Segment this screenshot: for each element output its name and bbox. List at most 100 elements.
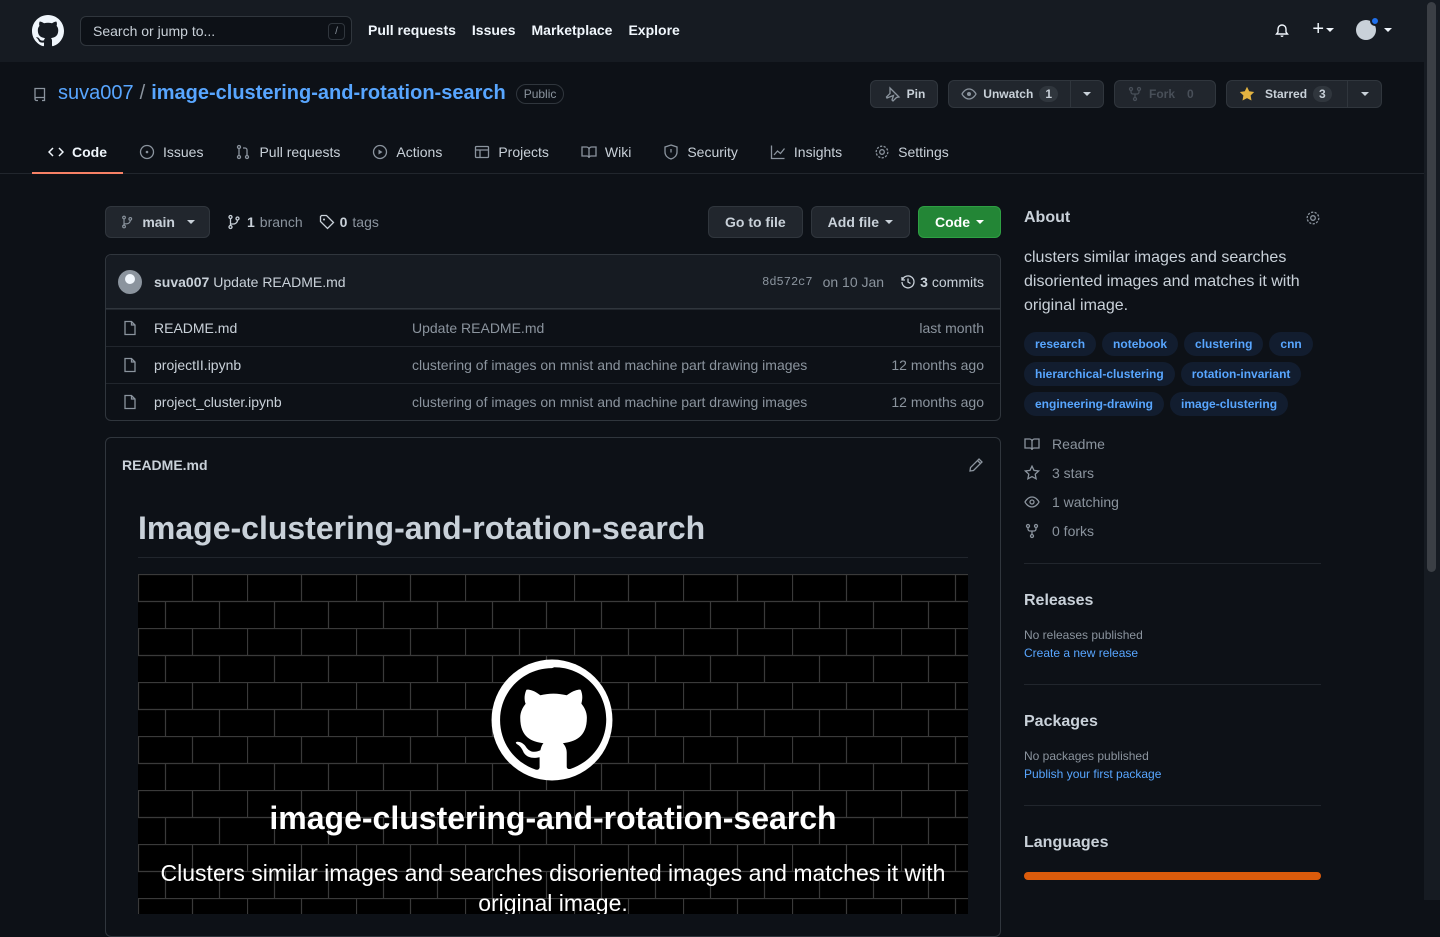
tab-pull-requests[interactable]: Pull requests [219, 130, 356, 174]
chevron-down-icon [187, 220, 195, 224]
star-dropdown-button[interactable] [1348, 80, 1382, 108]
nav-pull-requests[interactable]: Pull requests [368, 22, 456, 38]
search-shortcut-key: / [328, 23, 345, 40]
repo-tabs: Code Issues Pull requests Actions Projec… [32, 130, 965, 174]
tab-label: Projects [498, 144, 549, 160]
topic-tag[interactable]: rotation-invariant [1180, 362, 1302, 386]
search-input[interactable]: Search or jump to... / [80, 16, 352, 46]
pin-icon [885, 86, 900, 102]
languages-section: Languages [1024, 805, 1321, 880]
pin-button[interactable]: Pin [869, 80, 939, 108]
go-to-file-button[interactable]: Go to file [707, 206, 803, 238]
create-release-link[interactable]: Create a new release [1024, 646, 1321, 660]
file-name[interactable]: projectII.ipynb [154, 357, 412, 373]
starred-label: Starred [1265, 87, 1308, 101]
watch-dropdown-button[interactable] [1071, 80, 1104, 108]
commit-author[interactable]: suva007 [154, 274, 209, 290]
file-row[interactable]: projectII.ipynb clustering of images on … [106, 346, 1000, 383]
tab-label: Insights [793, 144, 843, 160]
branch-icon [228, 214, 240, 230]
topic-tag[interactable]: clustering [1184, 332, 1264, 356]
code-button[interactable]: Code [918, 206, 1001, 238]
packages-section: Packages No packages published Publish y… [1024, 684, 1321, 781]
file-actions: Go to file Add file Code [707, 206, 1001, 238]
starred-button[interactable]: Starred 3 [1226, 80, 1348, 108]
topic-tag[interactable]: cnn [1269, 332, 1313, 356]
commit-sha[interactable]: 8d572c7 [762, 275, 812, 289]
tab-settings[interactable]: Settings [858, 130, 965, 174]
readme-link[interactable]: Readme [1024, 436, 1321, 452]
fork-label: Fork [1149, 87, 1176, 101]
chevron-down-icon [1384, 27, 1392, 32]
repo-stats: Readme 3 stars 1 watching 0 forks [1024, 436, 1321, 539]
page-scrollbar[interactable] [1424, 0, 1440, 900]
book-icon [581, 146, 597, 159]
packages-heading[interactable]: Packages [1024, 713, 1321, 731]
file-commit-message[interactable]: clustering of images on mnist and machin… [412, 394, 891, 410]
search-placeholder: Search or jump to... [93, 23, 216, 39]
tab-label: Issues [163, 144, 204, 160]
create-new-button[interactable]: + [1312, 18, 1334, 41]
tab-projects[interactable]: Projects [458, 130, 565, 174]
unwatch-button[interactable]: Unwatch 1 [948, 80, 1071, 108]
commit-message[interactable]: Update README.md [213, 274, 345, 290]
forks-label: 0 forks [1052, 523, 1095, 539]
nav-issues[interactable]: Issues [472, 22, 516, 38]
nav-explore[interactable]: Explore [628, 22, 679, 38]
bell-icon[interactable] [1274, 22, 1290, 38]
github-logo-icon[interactable] [32, 15, 64, 47]
forks-link[interactable]: 0 forks [1024, 523, 1321, 539]
tab-code[interactable]: Code [32, 130, 123, 174]
topic-tag[interactable]: engineering-drawing [1024, 392, 1165, 416]
releases-heading[interactable]: Releases [1024, 592, 1321, 610]
file-browser: suva007 Update README.md 8d572c7 on 10 J… [105, 254, 1001, 421]
readme-body: Image-clustering-and-rotation-search ima… [106, 492, 1000, 914]
tab-label: Security [687, 144, 738, 160]
releases-empty-text: No releases published [1024, 628, 1143, 642]
branches-link[interactable]: 1 branch [226, 214, 303, 230]
file-commit-message[interactable]: Update README.md [412, 320, 919, 336]
avatar[interactable] [118, 269, 142, 294]
file-name[interactable]: project_cluster.ipynb [154, 394, 412, 410]
watching-link[interactable]: 1 watching [1024, 494, 1321, 510]
readme-filename[interactable]: README.md [122, 457, 208, 473]
tags-link[interactable]: 0 tags [319, 214, 379, 230]
branch-select-button[interactable]: main [105, 206, 210, 238]
user-menu-button[interactable] [1356, 15, 1392, 40]
scrollbar-thumb[interactable] [1427, 2, 1436, 572]
code-label: Code [935, 214, 970, 230]
file-age: 12 months ago [891, 394, 984, 410]
fork-count: 0 [1181, 86, 1200, 102]
file-row[interactable]: README.md Update README.md last month [106, 309, 1000, 346]
commit-count: 3 [920, 273, 928, 290]
pencil-icon[interactable] [968, 457, 984, 473]
fork-button[interactable]: Fork 0 [1114, 80, 1216, 108]
tab-security[interactable]: Security [647, 130, 754, 174]
file-row[interactable]: project_cluster.ipynb clustering of imag… [106, 383, 1000, 420]
file-commit-message[interactable]: clustering of images on mnist and machin… [412, 357, 891, 373]
branch-word: branch [259, 214, 303, 230]
file-age: 12 months ago [891, 357, 984, 373]
tab-label: Pull requests [259, 144, 341, 160]
repo-owner-link[interactable]: suva007 [58, 82, 134, 105]
tab-issues[interactable]: Issues [123, 130, 219, 174]
tab-insights[interactable]: Insights [754, 130, 858, 174]
topic-tag[interactable]: hierarchical-clustering [1024, 362, 1175, 386]
gear-icon[interactable] [1305, 210, 1321, 226]
nav-marketplace[interactable]: Marketplace [532, 22, 613, 38]
tab-wiki[interactable]: Wiki [565, 130, 647, 174]
tab-actions[interactable]: Actions [356, 130, 458, 174]
repo-name-link[interactable]: image-clustering-and-rotation-search [151, 82, 506, 105]
stars-link[interactable]: 3 stars [1024, 465, 1321, 481]
issue-icon [139, 144, 155, 160]
language-bar[interactable] [1024, 872, 1321, 880]
add-file-button[interactable]: Add file [810, 206, 910, 238]
avatar [1356, 15, 1380, 40]
topic-tag[interactable]: image-clustering [1170, 392, 1289, 416]
topic-tag[interactable]: notebook [1102, 332, 1179, 356]
publish-package-link[interactable]: Publish your first package [1024, 767, 1321, 781]
repo-icon [34, 87, 46, 101]
file-name[interactable]: README.md [154, 320, 412, 336]
commits-link[interactable]: 3 commits [900, 274, 984, 290]
topic-tag[interactable]: research [1024, 332, 1097, 356]
